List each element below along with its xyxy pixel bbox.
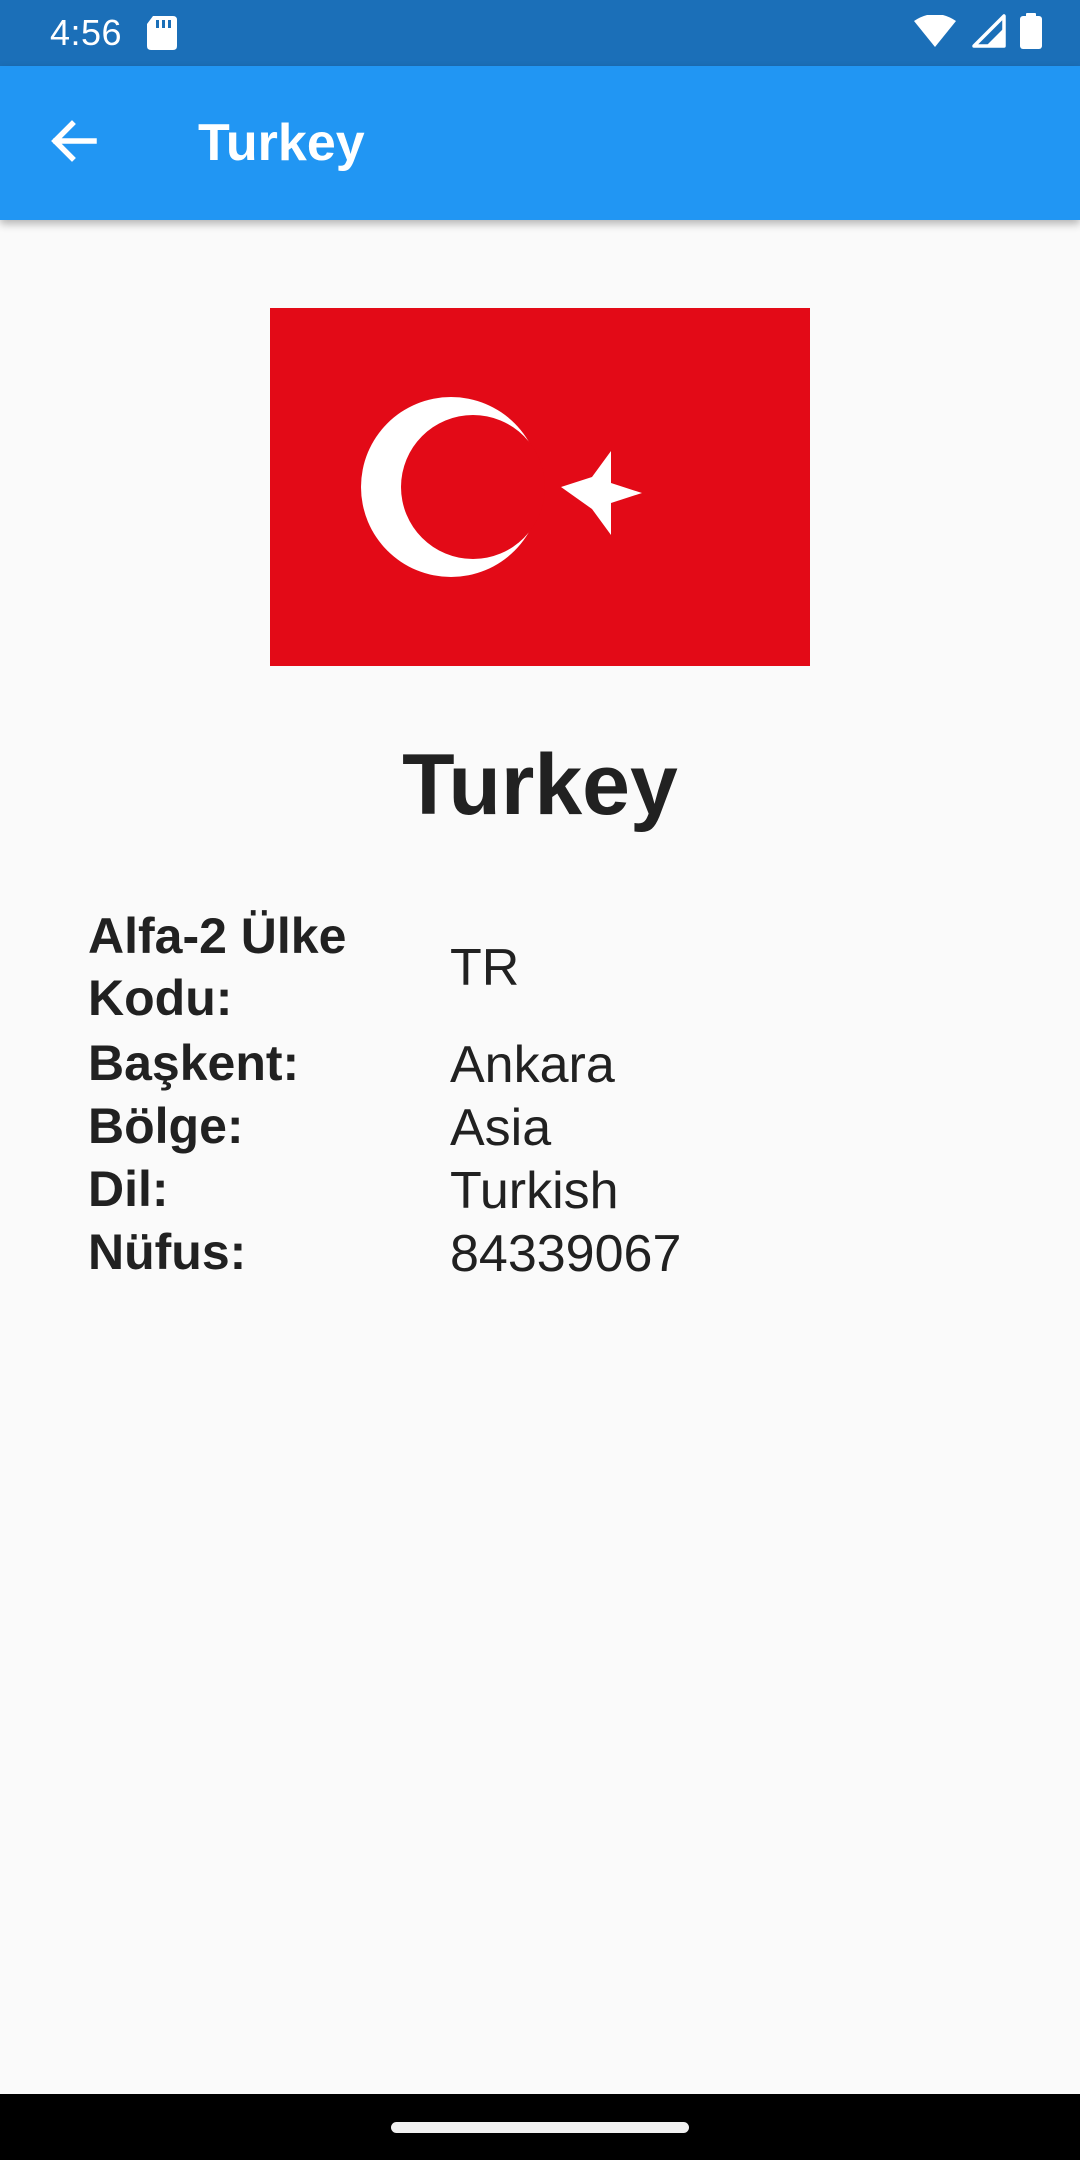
back-button[interactable] [40,110,106,176]
turkey-flag-icon [270,308,810,666]
arrow-back-icon [48,116,98,171]
detail-row-population: Nüfus: 84339067 [88,1221,988,1283]
home-indicator[interactable] [391,2122,689,2133]
detail-label: Alfa-2 Ülke Kodu: [88,908,347,1026]
wifi-icon [914,13,956,52]
sd-card-icon [147,16,177,50]
detail-row-language: Dil: Turkish [88,1158,988,1220]
system-navigation-bar [0,2094,1080,2160]
detail-row-capital: Başkent: Ankara [88,1032,988,1094]
status-time: 4:56 [50,12,123,53]
detail-value: 84339067 [450,1225,682,1283]
detail-label: Nüfus: [88,1224,247,1280]
detail-value: TR [450,939,520,997]
battery-icon [1020,12,1042,54]
app-bar-title: Turkey [198,114,365,172]
status-icons [914,12,1042,54]
detail-value: Ankara [450,1036,615,1094]
detail-value: Asia [450,1099,552,1157]
detail-label: Bölge: [88,1098,244,1154]
status-bar: 4:56 [0,0,1080,66]
app-bar: Turkey [0,66,1080,220]
signal-icon [970,13,1006,53]
detail-value: Turkish [450,1162,619,1220]
detail-row-country-code: Alfa-2 Ülke Kodu: TR [88,905,988,1029]
country-flag-image [270,308,810,666]
detail-label: Başkent: [88,1035,300,1091]
detail-label: Dil: [88,1161,169,1217]
country-name-heading: Turkey [402,737,678,833]
detail-row-region: Bölge: Asia [88,1095,988,1157]
